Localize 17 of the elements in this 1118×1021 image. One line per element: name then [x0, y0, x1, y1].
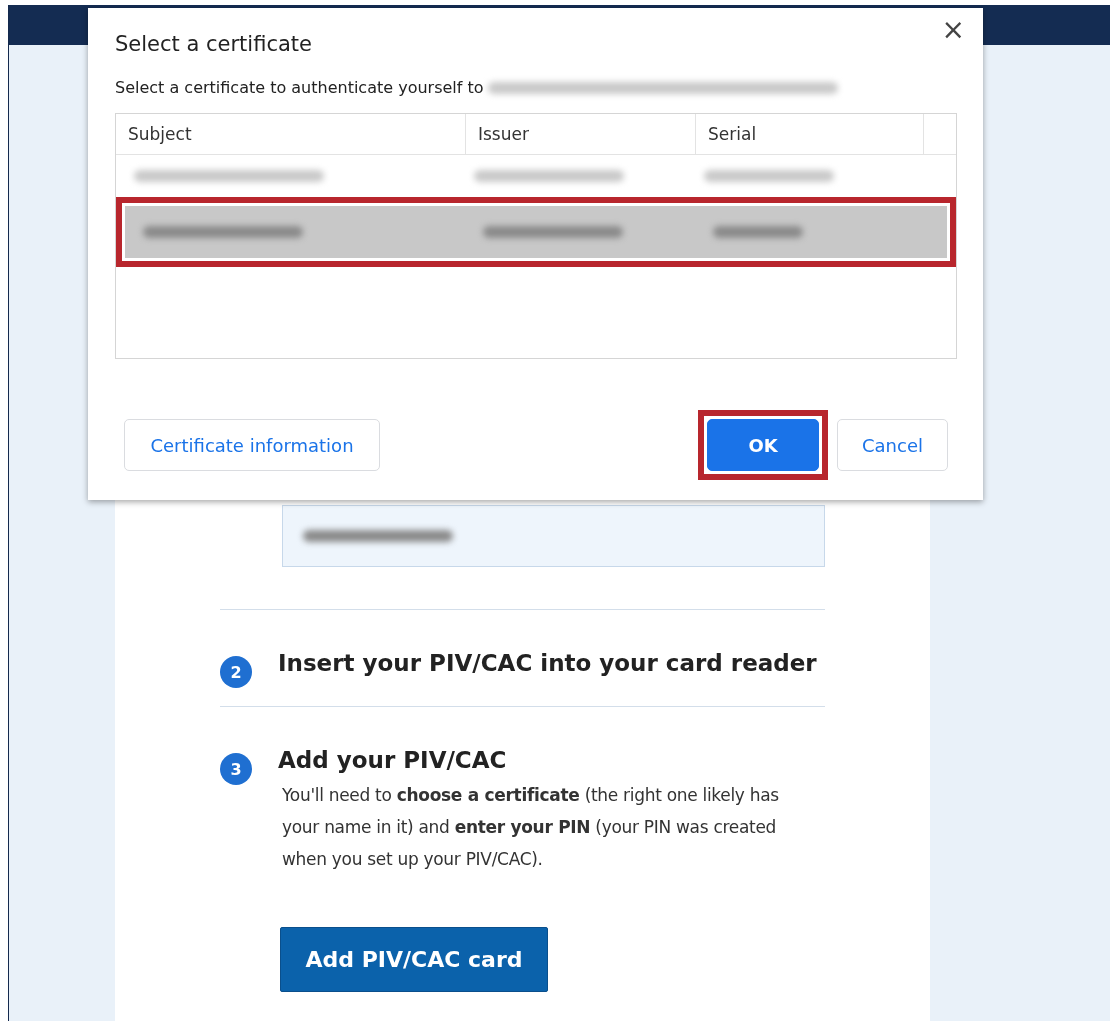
- add-card-button[interactable]: Add PIV/CAC card: [280, 927, 548, 992]
- step-title: Insert your PIV/CAC into your card reader: [278, 649, 817, 678]
- certificate-row[interactable]: [125, 206, 947, 258]
- step-description: You'll need to choose a certificate (the right one likely has your name in it) and enter your PIN (your PIN was created when you set up your PIV/CAC).: [282, 784, 780, 871]
- dialog-title: Select a certificate: [115, 32, 313, 56]
- column-header[interactable]: Serial: [696, 114, 924, 154]
- dialog-button[interactable]: Certificate information: [124, 419, 380, 471]
- input-field[interactable]: [282, 505, 825, 567]
- close-button[interactable]: ×: [935, 12, 971, 47]
- dialog-button[interactable]: Cancel: [837, 419, 948, 471]
- dialog-prompt: Select a certificate to authenticate yourself to: [115, 78, 484, 97]
- step-number: 3: [220, 753, 252, 785]
- step-number: 2: [220, 656, 252, 688]
- column-header[interactable]: Subject: [116, 114, 466, 154]
- column-header[interactable]: Issuer: [466, 114, 696, 154]
- step-title: Add your PIV/CAC: [278, 746, 508, 775]
- dialog-button[interactable]: OK: [707, 419, 819, 471]
